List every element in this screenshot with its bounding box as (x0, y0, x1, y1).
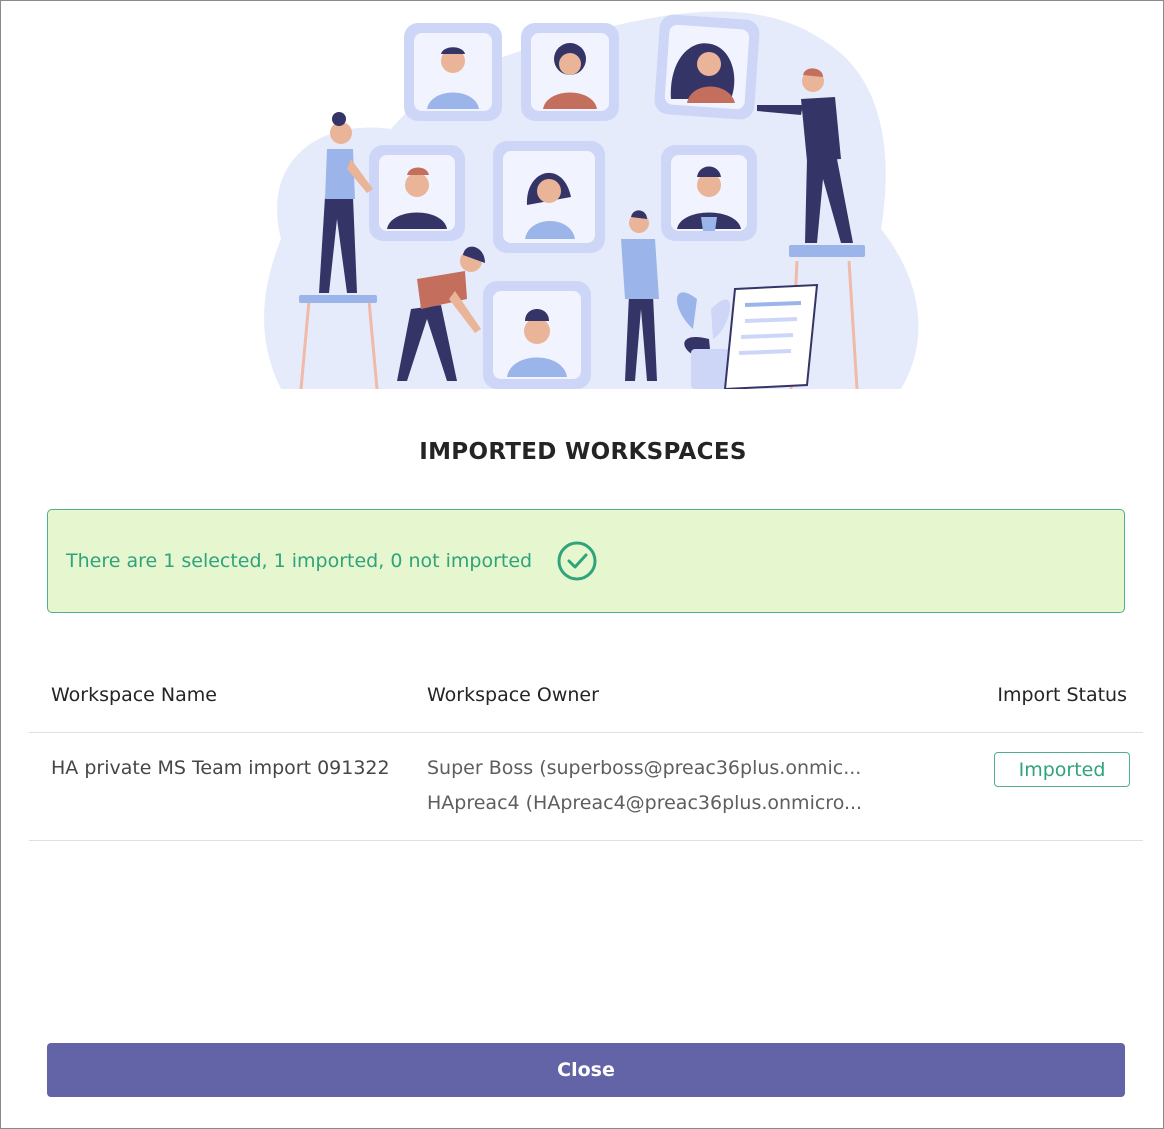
workspace-owner-cell: HApreac4 (HApreac4@preac36plus.onmicro..… (427, 792, 863, 814)
team-illustration (264, 11, 919, 389)
close-button[interactable]: Close (47, 1043, 1125, 1097)
workspace-name-cell: HA private MS Team import 091322 (51, 757, 390, 779)
column-header-workspace-name: Workspace Name (51, 684, 217, 706)
import-summary-banner: There are 1 selected, 1 imported, 0 not … (47, 509, 1125, 613)
column-header-workspace-owner: Workspace Owner (427, 684, 599, 706)
dialog-title: IMPORTED WORKSPACES (419, 439, 747, 465)
column-header-import-status: Import Status (997, 684, 1127, 706)
import-status-badge: Imported (994, 752, 1130, 787)
check-circle-icon (557, 541, 597, 581)
import-summary-text: There are 1 selected, 1 imported, 0 not … (66, 550, 533, 572)
header-divider (29, 732, 1143, 733)
portrait-frame (404, 23, 502, 121)
row-divider (29, 840, 1143, 841)
workspace-owner-cell: Super Boss (superboss@preac36plus.onmic.… (427, 757, 862, 779)
import-result-dialog: IMPORTED WORKSPACES There are 1 selected… (0, 0, 1164, 1129)
